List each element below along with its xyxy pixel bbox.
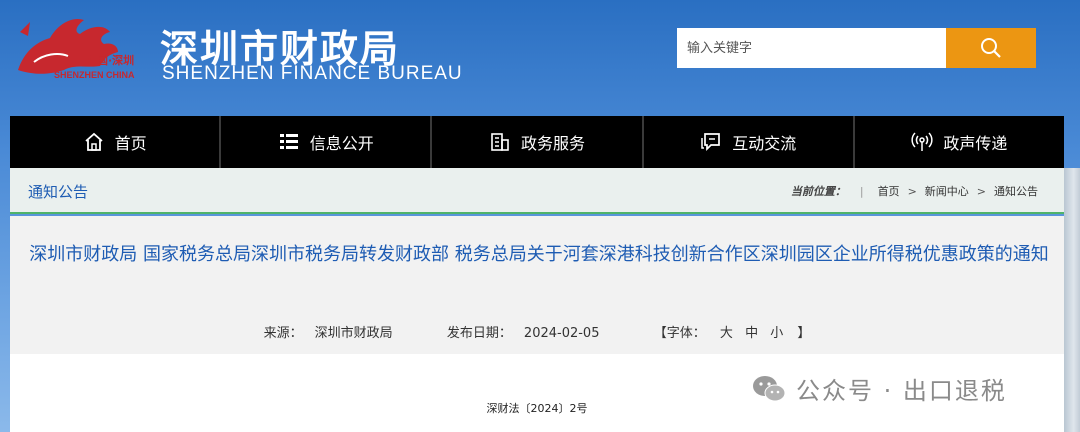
search-button[interactable] [946, 28, 1036, 68]
building-icon [491, 133, 509, 151]
breadcrumb-home-link[interactable]: 首页 [878, 183, 900, 199]
nav-label-home: 首页 [114, 134, 147, 153]
breadcrumb-separator: > [976, 184, 986, 198]
list-icon [279, 134, 298, 149]
nav-item-home[interactable]: 首页 [10, 116, 222, 168]
broadcast-icon [911, 132, 934, 151]
logo-text-en: SHENZHEN CHINA [54, 70, 135, 80]
nav-label-voice: 政声传递 [943, 134, 1008, 153]
nav-label-interaction: 互动交流 [732, 134, 797, 153]
nav-label-services: 政务服务 [521, 134, 586, 153]
nav-label-info: 信息公开 [309, 134, 374, 153]
site-header: 中国·深圳 SHENZHEN CHINA 深圳市财政局 SHENZHEN FIN… [0, 0, 1080, 116]
article-title: 深圳市财政局 国家税务总局深圳市税务局转发财政部 税务总局关于河套深港科技创新合… [29, 244, 1049, 265]
breadcrumb-divider: | [859, 184, 864, 198]
nav-item-services[interactable]: 政务服务 [432, 116, 644, 168]
font-size-large[interactable]: 大 [720, 326, 733, 341]
article-meta: 来源： 深圳市财政局 发布日期： 2024-02-05 【字体： 大 中 小 】 [10, 322, 1064, 341]
nav-item-info[interactable]: 信息公开 [221, 116, 433, 168]
chat-icon [701, 133, 721, 152]
site-title-en: SHENZHEN FINANCE BUREAU [162, 63, 463, 84]
search-input[interactable] [677, 28, 947, 68]
source-label: 来源： [263, 326, 303, 341]
watermark-text: 公众号 · 出口退税 [796, 377, 1007, 405]
background-building [1064, 168, 1080, 432]
date-label: 发布日期： [446, 326, 512, 341]
breadcrumb-notice-link[interactable]: 通知公告 [994, 183, 1038, 199]
bull-logo-icon[interactable]: 中国·深圳 SHENZHEN CHINA [14, 12, 156, 84]
breadcrumb-label: 当前位置： [790, 185, 846, 198]
watermark: 公众号 · 出口退税 [752, 371, 1007, 406]
font-size-small[interactable]: 小 [770, 326, 783, 341]
font-size-medium[interactable]: 中 [745, 326, 758, 341]
breadcrumb-bar: 通知公告 当前位置： | 首页 > 新闻中心 > 通知公告 [10, 168, 1064, 214]
font-size-open: 【字体： [653, 326, 706, 341]
breadcrumb-news-link[interactable]: 新闻中心 [925, 183, 969, 199]
search-icon [981, 38, 1001, 58]
main-nav: 首页 信息公开 政务服务 互动交流 政声传递 [10, 116, 1064, 168]
article-header: 深圳市财政局 国家税务总局深圳市税务局转发财政部 税务总局关于河套深港科技创新合… [10, 216, 1064, 354]
breadcrumb: 当前位置： | 首页 > 新闻中心 > 通知公告 [791, 183, 1038, 199]
nav-item-voice[interactable]: 政声传递 [855, 116, 1064, 168]
breadcrumb-separator: > [907, 184, 917, 198]
publish-date: 2024-02-05 [523, 326, 600, 341]
nav-item-interaction[interactable]: 互动交流 [644, 116, 855, 168]
section-title: 通知公告 [28, 183, 89, 201]
logo-text-cn: 中国·深圳 [86, 53, 134, 67]
font-size-close: 】 [797, 326, 811, 341]
wechat-icon [753, 375, 786, 401]
source-value: 深圳市财政局 [314, 326, 393, 341]
home-icon [85, 132, 103, 151]
